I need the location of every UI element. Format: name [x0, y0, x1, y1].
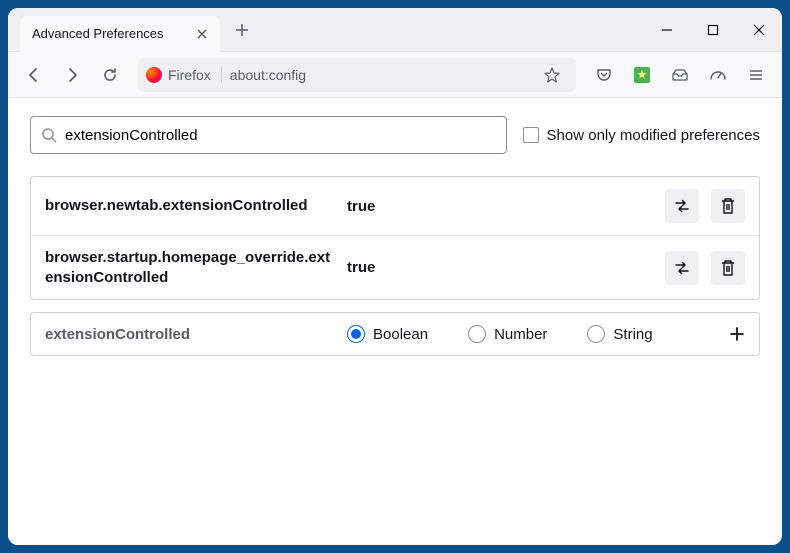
forward-button[interactable]	[56, 59, 88, 91]
pref-value: true	[347, 198, 653, 215]
delete-button[interactable]	[711, 189, 745, 223]
identity-box[interactable]: Firefox	[146, 67, 222, 83]
show-modified-checkbox[interactable]: Show only modified preferences	[523, 127, 760, 144]
toggle-button[interactable]	[665, 189, 699, 223]
radio-label: Number	[494, 326, 547, 343]
dashboard-icon[interactable]	[702, 59, 734, 91]
radio-icon	[468, 325, 486, 343]
new-pref-row: extensionControlled Boolean Number Strin…	[30, 312, 760, 356]
window-controls	[644, 8, 782, 52]
close-tab-icon[interactable]	[196, 28, 208, 40]
delete-button[interactable]	[711, 251, 745, 285]
search-input[interactable]	[65, 127, 496, 144]
identity-label: Firefox	[168, 67, 211, 83]
url-text: about:config	[230, 67, 528, 83]
extension-icon[interactable]	[626, 59, 658, 91]
url-bar[interactable]: Firefox about:config	[138, 58, 576, 92]
pocket-icon[interactable]	[588, 59, 620, 91]
back-button[interactable]	[18, 59, 50, 91]
radio-label: Boolean	[373, 326, 428, 343]
about-config-content: Show only modified preferences browser.n…	[8, 98, 782, 545]
reload-button[interactable]	[94, 59, 126, 91]
pref-name: browser.startup.homepage_override.extens…	[45, 248, 335, 287]
radio-label: String	[613, 326, 652, 343]
radio-boolean[interactable]: Boolean	[347, 325, 428, 343]
inbox-icon[interactable]	[664, 59, 696, 91]
search-icon	[41, 127, 57, 143]
navigation-toolbar: Firefox about:config	[8, 52, 782, 98]
radio-icon	[347, 325, 365, 343]
radio-number[interactable]: Number	[468, 325, 547, 343]
maximize-button[interactable]	[690, 8, 736, 52]
add-button[interactable]	[729, 326, 745, 342]
radio-icon	[587, 325, 605, 343]
pref-value: true	[347, 259, 653, 276]
new-pref-name: extensionControlled	[45, 326, 335, 343]
close-window-button[interactable]	[736, 8, 782, 52]
pref-results: browser.newtab.extensionControlled true …	[30, 176, 760, 300]
radio-string[interactable]: String	[587, 325, 652, 343]
show-modified-label: Show only modified preferences	[547, 127, 760, 144]
menu-button[interactable]	[740, 59, 772, 91]
type-radios: Boolean Number String	[347, 325, 717, 343]
browser-window: Advanced Preferences Firefox about:confi…	[8, 8, 782, 545]
bookmark-star-icon[interactable]	[536, 59, 568, 91]
pref-name: browser.newtab.extensionControlled	[45, 196, 335, 216]
checkbox-icon	[523, 127, 539, 143]
search-box	[30, 116, 507, 154]
tab-title: Advanced Preferences	[32, 26, 164, 41]
pref-row[interactable]: browser.startup.homepage_override.extens…	[31, 236, 759, 299]
firefox-logo-icon	[146, 67, 162, 83]
pref-row[interactable]: browser.newtab.extensionControlled true	[31, 177, 759, 236]
search-row: Show only modified preferences	[30, 116, 760, 154]
tab-advanced-preferences[interactable]: Advanced Preferences	[20, 16, 220, 52]
new-tab-button[interactable]	[228, 16, 256, 44]
minimize-button[interactable]	[644, 8, 690, 52]
titlebar: Advanced Preferences	[8, 8, 782, 52]
toggle-button[interactable]	[665, 251, 699, 285]
